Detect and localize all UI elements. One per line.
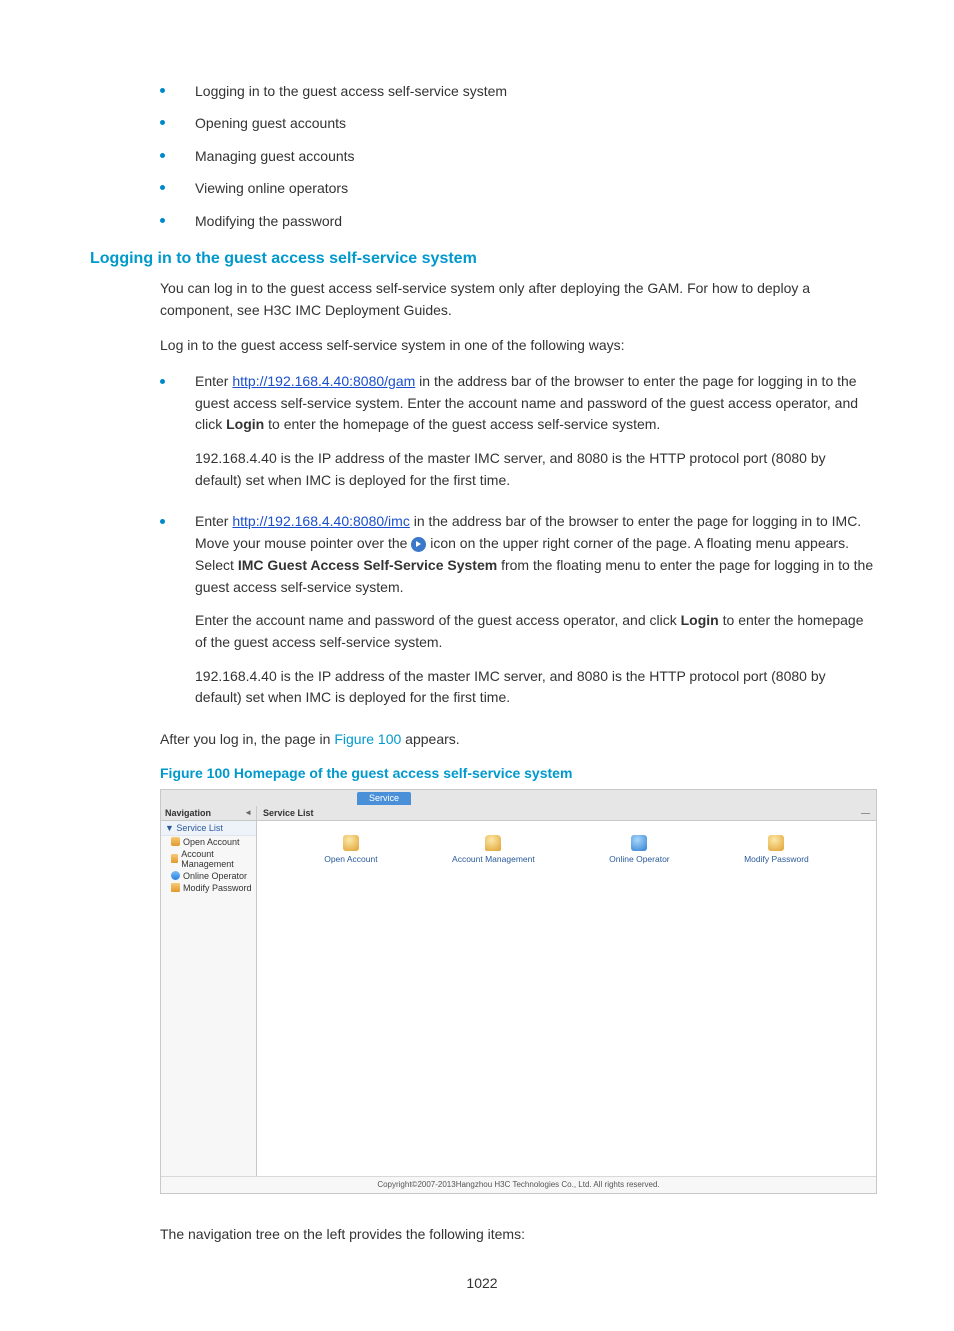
- fig-nav-open-account[interactable]: Open Account: [161, 836, 256, 848]
- para-login-ways: Log in to the guest access self-service …: [160, 335, 874, 357]
- login-way-2: Enter http://192.168.4.40:8080/imc in th…: [160, 511, 874, 721]
- arrow-circle-icon: [411, 537, 426, 552]
- login-way-2-p2: Enter the account name and password of t…: [195, 610, 874, 653]
- user-icon: [171, 837, 180, 846]
- lock-icon: [171, 854, 178, 863]
- fig-nav-header: Navigation ◄: [161, 806, 256, 821]
- figure-100-screenshot: Service Navigation ◄ ▼ Service List Open…: [160, 789, 877, 1194]
- bullet-item: Logging in to the guest access self-serv…: [160, 80, 874, 102]
- user-icon: [343, 835, 359, 851]
- login-way-2-p1: Enter http://192.168.4.40:8080/imc in th…: [195, 511, 874, 598]
- imc-gam-bold: IMC Guest Access Self-Service System: [238, 557, 497, 573]
- bullet-dot-icon: [160, 120, 165, 125]
- key-icon: [171, 883, 180, 892]
- login-way-1-p1: Enter http://192.168.4.40:8080/gam in th…: [195, 371, 874, 436]
- fig-icon-open-account[interactable]: Open Account: [324, 835, 377, 864]
- bullet-dot-icon: [160, 379, 165, 384]
- intro-bullets: Logging in to the guest access self-serv…: [160, 80, 874, 232]
- fig-main-panel: Service List — Open Account Account Mana…: [257, 806, 876, 1176]
- login-way-1-p2: 192.168.4.40 is the IP address of the ma…: [195, 448, 874, 491]
- fig-tabbar: Service: [161, 790, 876, 806]
- bullet-dot-icon: [160, 218, 165, 223]
- fig-copyright-footer: Copyright©2007-2013Hangzhou H3C Technolo…: [161, 1176, 876, 1193]
- online-icon: [631, 835, 647, 851]
- bullet-item: Managing guest accounts: [160, 145, 874, 167]
- fig-icon-account-management[interactable]: Account Management: [452, 835, 535, 864]
- login-bold: Login: [226, 416, 264, 432]
- fig-tab-service[interactable]: Service: [357, 792, 411, 805]
- collapse-icon[interactable]: ◄: [244, 808, 252, 817]
- para-nav-tree-intro: The navigation tree on the left provides…: [160, 1224, 874, 1246]
- fig-nav-group-service-list[interactable]: ▼ Service List: [161, 821, 256, 836]
- login-way-2-p3: 192.168.4.40 is the IP address of the ma…: [195, 666, 874, 709]
- section-heading: Logging in to the guest access self-serv…: [90, 250, 874, 268]
- bullet-text: Managing guest accounts: [195, 145, 355, 167]
- bullet-text: Opening guest accounts: [195, 112, 346, 134]
- fig-nav-account-management[interactable]: Account Management: [161, 848, 256, 870]
- bullet-text: Viewing online operators: [195, 177, 348, 199]
- para-deploy-note: You can log in to the guest access self-…: [160, 278, 874, 321]
- lock-icon: [485, 835, 501, 851]
- fig-main-header: Service List —: [257, 806, 876, 821]
- fig-icon-online-operator[interactable]: Online Operator: [609, 835, 669, 864]
- fig-icon-modify-password[interactable]: Modify Password: [744, 835, 809, 864]
- online-icon: [171, 871, 180, 880]
- imc-url-link[interactable]: http://192.168.4.40:8080/imc: [232, 513, 409, 529]
- page-number: 1022: [90, 1275, 874, 1291]
- para-after-login: After you log in, the page in Figure 100…: [160, 729, 874, 751]
- fig-nav-modify-password[interactable]: Modify Password: [161, 882, 256, 894]
- bullet-dot-icon: [160, 88, 165, 93]
- figure-100-ref[interactable]: Figure 100: [334, 731, 401, 747]
- minimize-icon[interactable]: —: [861, 808, 870, 818]
- bullet-text: Modifying the password: [195, 210, 342, 232]
- bullet-dot-icon: [160, 153, 165, 158]
- gam-url-link[interactable]: http://192.168.4.40:8080/gam: [232, 373, 415, 389]
- figure-100-caption: Figure 100 Homepage of the guest access …: [160, 765, 874, 781]
- login-bold: Login: [681, 612, 719, 628]
- fig-navigation-panel: Navigation ◄ ▼ Service List Open Account…: [161, 806, 257, 1176]
- bullet-item: Modifying the password: [160, 210, 874, 232]
- login-way-1: Enter http://192.168.4.40:8080/gam in th…: [160, 371, 874, 503]
- bullet-dot-icon: [160, 185, 165, 190]
- key-icon: [768, 835, 784, 851]
- bullet-dot-icon: [160, 519, 165, 524]
- fig-nav-online-operator[interactable]: Online Operator: [161, 870, 256, 882]
- bullet-item: Opening guest accounts: [160, 112, 874, 134]
- bullet-item: Viewing online operators: [160, 177, 874, 199]
- bullet-text: Logging in to the guest access self-serv…: [195, 80, 507, 102]
